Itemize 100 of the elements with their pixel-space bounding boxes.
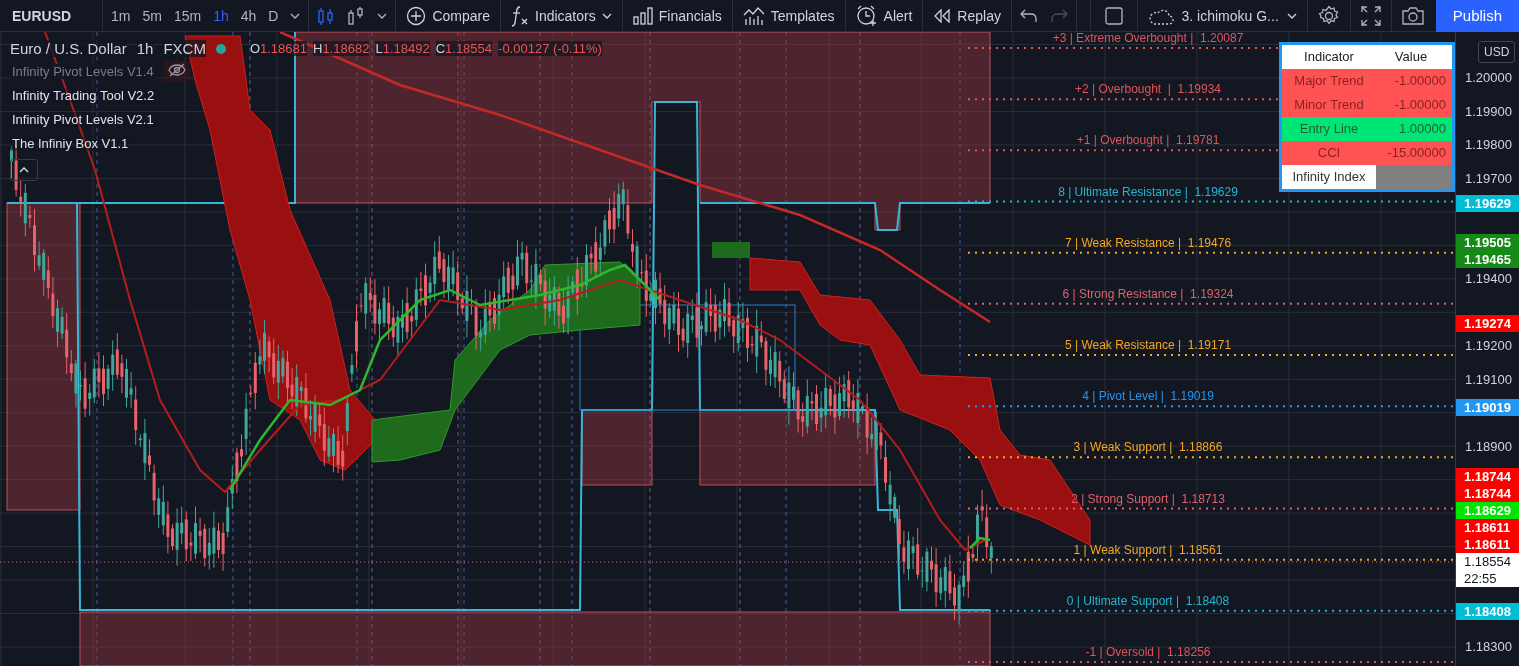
level-label: 6 | Strong Resistance | 1.19324 xyxy=(1062,286,1234,301)
ohlc-key: O xyxy=(249,41,261,56)
redo-icon xyxy=(1049,8,1068,23)
plus-circle-icon xyxy=(406,5,427,26)
camera-icon xyxy=(1401,6,1424,25)
indicators-button[interactable]: Indicators xyxy=(503,1,620,30)
price-badge: 1.18408 xyxy=(1456,603,1519,620)
interval-tab[interactable]: D xyxy=(262,1,285,30)
ohlc-key: H xyxy=(313,41,323,56)
level-label: 2 | Strong Support | 1.18713 xyxy=(1071,491,1225,506)
chevron-up-icon xyxy=(19,167,29,173)
price-badge: 1.18629 xyxy=(1456,502,1519,519)
hollow-candles-icon xyxy=(347,5,366,26)
ohlc-value: 1.18681 xyxy=(260,41,308,56)
collapse-legend-button[interactable] xyxy=(10,159,38,181)
symbol-search-button[interactable]: EURUSD xyxy=(0,0,100,32)
publish-button[interactable]: Publish xyxy=(1435,0,1519,32)
level-label: -1 | Oversold | 1.18256 xyxy=(1085,645,1211,660)
price-badge: 1.18554 22:55 xyxy=(1456,553,1519,587)
table-cell: Infinity Index xyxy=(1282,165,1376,189)
ohlc-value: 1.18492 xyxy=(382,41,430,56)
table-cell-text: -15.00000 xyxy=(1386,144,1447,162)
caret-icon xyxy=(1286,12,1297,19)
level-label: 0 | Ultimate Support | 1.18408 xyxy=(1066,593,1230,608)
interval-tab[interactable]: 1m xyxy=(105,1,137,30)
conversion-line xyxy=(969,536,991,549)
price-badge: 1.19465 xyxy=(1456,251,1519,268)
level-label: +1 | Overbought | 1.19781 xyxy=(1076,133,1220,148)
indicator-name[interactable]: Infinity Pivot Levels V2.1 xyxy=(10,111,156,127)
compare-button[interactable]: Compare xyxy=(398,1,498,30)
level-label: 7 | Weak Resistance | 1.19476 xyxy=(1064,235,1232,250)
caret-icon xyxy=(601,12,612,19)
alarm-clock-icon xyxy=(855,4,878,27)
axis-tick-label: 1.19400 xyxy=(1465,271,1512,286)
axis-tick-label: 1.18300 xyxy=(1465,639,1512,654)
price-badge: 1.18744 xyxy=(1456,468,1519,485)
table-cell-text: -1.00000 xyxy=(1393,72,1447,90)
symbol-title: Euro / U.S. Dollar xyxy=(10,40,127,57)
price-change: -0.00127 (-0.11%) xyxy=(498,41,602,56)
square-icon xyxy=(1104,6,1123,25)
indicator-name[interactable]: The Infiniy Box V1.1 xyxy=(10,135,131,151)
price-badge: 1.18611 xyxy=(1456,519,1519,536)
function-icon xyxy=(511,4,529,27)
layout-select-button[interactable]: 3. ichimoku G... xyxy=(1139,1,1305,30)
axis-tick-label: 1.19200 xyxy=(1465,338,1512,353)
interval-tab[interactable]: 15m xyxy=(167,1,208,30)
price-badge: 1.19505 xyxy=(1456,234,1519,251)
ohlc-key: L xyxy=(375,41,383,56)
interval-tab[interactable]: 1h xyxy=(207,1,235,30)
table-header: Value xyxy=(1393,48,1429,66)
source-label: FXCM xyxy=(163,40,206,57)
axis-tick-label: 1.19800 xyxy=(1465,137,1512,152)
indicator-name[interactable]: Infinity Trading Tool V2.2 xyxy=(10,87,157,103)
financials-button[interactable]: Financials xyxy=(624,1,730,30)
caret-icon xyxy=(290,12,301,19)
price-badge: 1.19019 xyxy=(1456,399,1519,416)
axis-tick-label: 1.19700 xyxy=(1465,171,1512,186)
rewind-icon xyxy=(933,8,952,23)
interval-tab[interactable]: 5m xyxy=(136,1,168,30)
table-cell-text: 1.00000 xyxy=(1398,120,1447,138)
level-label: +2 | Overbought | 1.19934 xyxy=(1075,82,1221,97)
caret-icon xyxy=(377,12,388,19)
axis-tick-label: 1.19900 xyxy=(1465,104,1512,119)
table-header: Indicator xyxy=(1303,48,1355,66)
level-label: +3 | Extreme Overbought | 1.20087 xyxy=(1052,32,1244,45)
table-cell-text: Entry Line xyxy=(1298,120,1360,138)
ohlc-value: 1.18554 xyxy=(445,41,493,56)
price-badge: 1.18744 xyxy=(1456,485,1519,502)
templates-icon xyxy=(742,5,765,26)
level-label: 5 | Weak Resistance | 1.19171 xyxy=(1064,338,1232,352)
price-badge: 1.19274 xyxy=(1456,315,1519,332)
replay-button[interactable]: Replay xyxy=(925,1,1009,30)
axis-tick-label: 1.19100 xyxy=(1465,372,1512,387)
fullscreen-icon xyxy=(1360,5,1381,26)
table-cell-text: Minor Trend xyxy=(1293,96,1365,114)
templates-button[interactable]: Templates xyxy=(734,1,843,30)
eye-off-icon[interactable] xyxy=(167,62,186,77)
bar-chart-icon xyxy=(632,6,653,25)
price-badge: 1.18611 xyxy=(1456,536,1519,553)
price-badge: 1.19629 xyxy=(1456,195,1519,212)
axis-tick-label: 1.18900 xyxy=(1465,439,1512,454)
ohlc-key: C xyxy=(435,41,446,56)
level-label: 1 | Weak Support | 1.18561 xyxy=(1073,542,1223,557)
candles-icon xyxy=(317,5,336,26)
market-status-dot xyxy=(215,43,226,54)
table-cell-text: Major Trend xyxy=(1293,72,1365,90)
level-label: 8 | Ultimate Resistance | 1.19629 xyxy=(1058,184,1238,199)
ohlc-value: 1.18682 xyxy=(322,41,370,56)
table-cell-text: CCI xyxy=(1316,144,1342,162)
level-label: 4 | Pivot Level | 1.19019 xyxy=(1082,389,1214,404)
alert-button[interactable]: Alert xyxy=(847,1,921,30)
indicator-name[interactable]: Infinity Pivot Levels V1.4 xyxy=(10,63,156,79)
undo-icon xyxy=(1019,8,1038,23)
interval-tab[interactable]: 4h xyxy=(234,1,263,30)
table-cell-text: -1.00000 xyxy=(1393,96,1447,114)
axis-tick-label: 1.20000 xyxy=(1465,70,1512,85)
settings-icon xyxy=(1317,4,1340,27)
interval-label: 1h xyxy=(136,40,154,57)
currency-button[interactable]: USD xyxy=(1478,41,1516,63)
level-label: 3 | Weak Support | 1.18866 xyxy=(1073,440,1223,455)
